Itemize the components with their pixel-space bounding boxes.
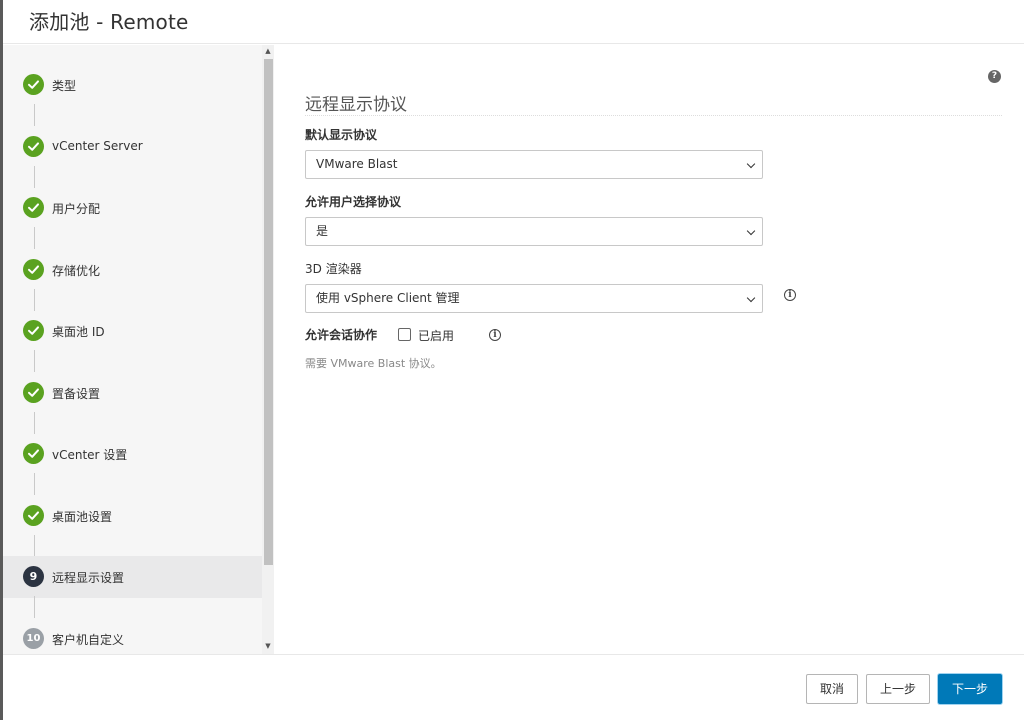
step-number: 9 <box>23 566 44 587</box>
step-connector <box>34 166 35 188</box>
wizard-step[interactable]: 桌面池 ID <box>3 310 262 352</box>
chevron-down-icon <box>746 159 756 169</box>
allow-user-choose-label: 允许用户选择协议 <box>305 195 402 209</box>
wizard-step-label: 存储优化 <box>52 264 101 278</box>
session-collab-hint: 需要 VMware Blast 协议。 <box>305 357 442 370</box>
session-collab-label: 允许会话协作 <box>305 328 378 342</box>
renderer-3d-label: 3D 渲染器 <box>305 262 362 276</box>
renderer-info-icon[interactable]: i <box>784 289 796 301</box>
wizard-step-label: vCenter 设置 <box>52 448 128 462</box>
wizard-step[interactable]: 置备设置 <box>3 372 262 414</box>
main-content <box>278 45 1024 654</box>
default-protocol-select[interactable]: VMware Blast <box>305 150 763 179</box>
step-number: 10 <box>23 628 44 649</box>
wizard-step[interactable]: 10 客户机自定义 <box>3 618 262 654</box>
wizard-step[interactable]: 存储优化 <box>3 249 262 291</box>
next-button[interactable]: 下一步 <box>938 674 1002 704</box>
scroll-up-arrow-icon[interactable]: ▲ <box>264 47 272 55</box>
chevron-down-icon <box>746 226 756 236</box>
scroll-down-arrow-icon[interactable]: ▼ <box>264 642 272 650</box>
checkmark-icon <box>23 259 44 280</box>
wizard-step-label: 类型 <box>52 79 77 93</box>
renderer-3d-select[interactable]: 使用 vSphere Client 管理 <box>305 284 763 313</box>
wizard-step-label: 桌面池 ID <box>52 325 105 339</box>
session-collab-checkbox-label[interactable]: 已启用 <box>418 327 454 344</box>
wizard-step-label: 用户分配 <box>52 202 101 216</box>
help-icon[interactable]: ? <box>988 70 1001 83</box>
checkmark-icon <box>23 505 44 526</box>
wizard-step[interactable]: 9 远程显示设置 <box>3 556 262 598</box>
session-collab-info-icon[interactable]: i <box>489 329 501 341</box>
sidebar-scrollbar[interactable]: ▲ ▼ <box>262 45 274 654</box>
allow-user-choose-select[interactable]: 是 <box>305 217 763 246</box>
wizard-step-label: 远程显示设置 <box>52 571 125 585</box>
checkmark-icon <box>23 136 44 157</box>
renderer-3d-value: 使用 vSphere Client 管理 <box>316 291 460 305</box>
step-connector <box>34 535 35 557</box>
wizard-steps-sidebar: 类型 vCenter Server 用户分配存储优化桌面池 ID 置备设置 vCente… <box>3 45 274 654</box>
wizard-step[interactable]: 用户分配 <box>3 187 262 229</box>
wizard-step-label: vCenter Server <box>52 139 143 153</box>
wizard-step-label: 客户机自定义 <box>52 633 125 647</box>
step-connector <box>34 350 35 372</box>
step-connector <box>34 289 35 311</box>
default-protocol-label: 默认显示协议 <box>305 128 378 142</box>
session-collab-checkbox[interactable] <box>398 328 411 341</box>
wizard-step[interactable]: 桌面池设置 <box>3 495 262 537</box>
checkmark-icon <box>23 197 44 218</box>
step-connector <box>34 473 35 495</box>
dialog-title: 添加池 - Remote <box>29 10 189 34</box>
step-connector <box>34 596 35 618</box>
dialog-header: 添加池 - Remote <box>3 0 1024 44</box>
back-button[interactable]: 上一步 <box>866 674 930 704</box>
wizard-step[interactable]: 类型 <box>3 64 262 106</box>
wizard-step-label: 置备设置 <box>52 387 101 401</box>
wizard-step-label: 桌面池设置 <box>52 510 113 524</box>
wizard-step[interactable]: vCenter 设置 <box>3 433 262 475</box>
step-connector <box>34 412 35 434</box>
checkmark-icon <box>23 320 44 341</box>
scroll-thumb[interactable] <box>264 59 273 565</box>
section-divider <box>305 115 1002 116</box>
checkmark-icon <box>23 382 44 403</box>
section-title: 远程显示协议 <box>305 95 407 115</box>
checkmark-icon <box>23 443 44 464</box>
wizard-dialog: 添加池 - Remote 类型 vCenter Server 用户分配存储优化桌面池… <box>0 0 1024 720</box>
checkmark-icon <box>23 74 44 95</box>
step-connector <box>34 227 35 249</box>
wizard-step[interactable]: vCenter Server <box>3 126 262 168</box>
cancel-button[interactable]: 取消 <box>806 674 858 704</box>
chevron-down-icon <box>746 293 756 303</box>
allow-user-choose-value: 是 <box>316 224 329 238</box>
step-connector <box>34 104 35 126</box>
default-protocol-value: VMware Blast <box>316 157 398 171</box>
